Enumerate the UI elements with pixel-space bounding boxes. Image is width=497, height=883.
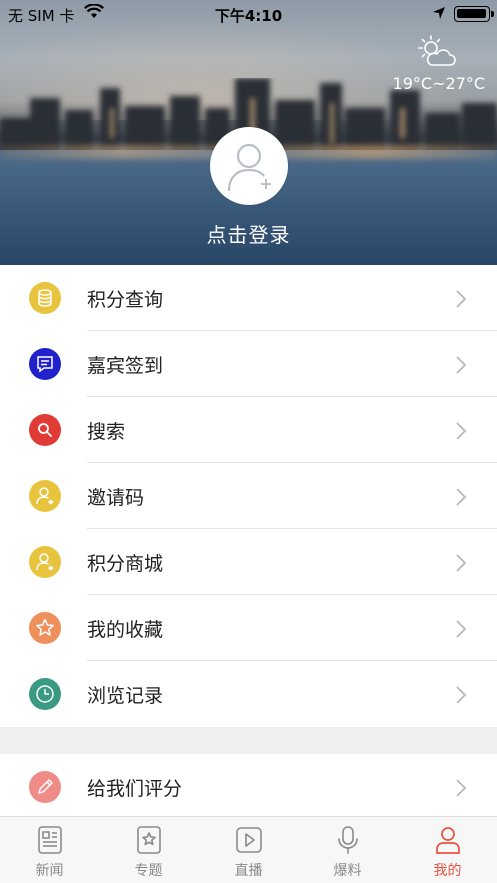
coins-icon <box>38 289 52 307</box>
tab-topics[interactable]: 专题 <box>99 817 198 883</box>
message-icon <box>37 356 53 373</box>
menu-item-points-mall[interactable]: 积分商城 <box>0 529 497 595</box>
menu-item-label: 给我们评分 <box>87 778 183 800</box>
tab-label: 直播 <box>234 863 263 879</box>
login-link[interactable]: 点击登录 <box>0 219 497 248</box>
chevron-right-icon <box>456 779 467 797</box>
user-add-icon <box>227 143 271 192</box>
section-gap <box>0 727 497 754</box>
pencil-icon <box>38 779 53 794</box>
menu-item-search[interactable]: 搜索 <box>0 397 497 463</box>
menu-item-label: 我的收藏 <box>87 619 164 641</box>
menu-item-label: 邀请码 <box>87 487 145 509</box>
menu-icon-bg <box>29 612 61 644</box>
menu-icon-bg <box>29 480 61 512</box>
menu-item-label: 嘉宾签到 <box>87 355 164 377</box>
menu-item-label: 搜索 <box>87 421 126 443</box>
menu-icon-bg <box>29 546 61 578</box>
user-share-icon <box>36 487 54 505</box>
menu-list-secondary: 给我们评分 <box>0 754 497 816</box>
menu-icon-bg <box>29 348 61 380</box>
menu-item-favorites[interactable]: 我的收藏 <box>0 595 497 661</box>
tab-tip-off[interactable]: 爆料 <box>298 817 397 883</box>
clock: 下午4:10 <box>214 7 283 25</box>
chevron-right-icon <box>456 422 467 440</box>
tab-live[interactable]: 直播 <box>199 817 298 883</box>
person-icon <box>436 827 460 854</box>
status-bar: 无 SIM 卡 下午4:10 <box>0 0 497 28</box>
menu-icon-bg <box>29 771 61 803</box>
menu-item-label: 浏览记录 <box>87 685 164 707</box>
tab-label: 我的 <box>433 863 462 879</box>
temperature-range: 19°C~27°C <box>392 74 485 93</box>
user-share-icon <box>36 553 54 571</box>
location-arrow-icon <box>433 7 445 19</box>
menu-item-points-query[interactable]: 积分查询 <box>0 265 497 331</box>
tab-mine[interactable]: 我的 <box>398 817 497 883</box>
microphone-icon <box>338 826 358 854</box>
news-icon <box>38 826 62 854</box>
menu-item-label: 积分商城 <box>87 553 164 575</box>
chevron-right-icon <box>456 356 467 374</box>
chevron-right-icon <box>456 290 467 308</box>
play-icon <box>236 827 262 853</box>
tab-label: 专题 <box>134 863 163 879</box>
clock-icon <box>36 685 54 703</box>
menu-item-label: 积分查询 <box>87 289 164 311</box>
menu-list: 积分查询 嘉宾签到 搜索 邀请码 积分商城 我的收藏 浏览记录 <box>0 265 497 727</box>
menu-item-history[interactable]: 浏览记录 <box>0 661 497 727</box>
search-icon <box>38 423 52 437</box>
menu-item-guest-checkin[interactable]: 嘉宾签到 <box>0 331 497 397</box>
menu-item-invite-code[interactable]: 邀请码 <box>0 463 497 529</box>
tab-label: 爆料 <box>333 863 362 879</box>
avatar-button[interactable] <box>210 127 288 205</box>
topic-star-icon <box>137 826 161 854</box>
chevron-right-icon <box>456 686 467 704</box>
chevron-right-icon <box>456 488 467 506</box>
tab-news[interactable]: 新闻 <box>0 817 99 883</box>
battery-icon <box>454 6 494 22</box>
menu-icon-bg <box>29 678 61 710</box>
menu-icon-bg <box>29 414 61 446</box>
star-icon <box>36 618 54 636</box>
chevron-right-icon <box>456 620 467 638</box>
tab-label: 新闻 <box>35 863 64 879</box>
tab-bar: 新闻 专题 直播 爆料 我的 <box>0 816 497 883</box>
menu-icon-bg <box>29 282 61 314</box>
chevron-right-icon <box>456 554 467 572</box>
partly-cloudy-icon <box>418 35 456 66</box>
menu-item-rate-us[interactable]: 给我们评分 <box>0 754 497 816</box>
